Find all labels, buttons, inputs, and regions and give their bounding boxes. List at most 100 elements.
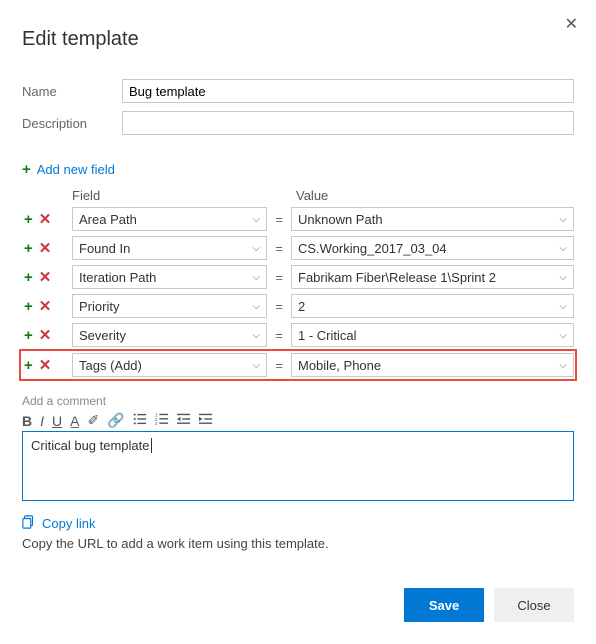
comment-input[interactable]: Critical bug template	[22, 431, 574, 501]
delete-icon[interactable]: ✕	[39, 268, 52, 286]
chevron-down-icon: ⌵	[559, 243, 567, 254]
name-row: Name	[22, 79, 574, 103]
field-select-value: Area Path	[79, 212, 137, 227]
field-select-value: Priority	[79, 299, 119, 314]
value-select-value: 1 - Critical	[298, 328, 357, 343]
grid-header: Field Value	[22, 188, 574, 203]
field-row: +✕Area Path⌵=Unknown Path⌵	[22, 207, 574, 231]
outdent-icon[interactable]	[177, 412, 191, 429]
field-row: +✕Found In⌵=CS.Working_2017_03_04⌵	[22, 236, 574, 260]
chevron-down-icon: ⌵	[252, 243, 260, 254]
delete-icon[interactable]: ✕	[39, 239, 52, 257]
chevron-down-icon: ⌵	[559, 330, 567, 341]
value-select-value: Mobile, Phone	[298, 358, 381, 373]
plus-icon[interactable]: +	[24, 240, 33, 257]
value-select-value: CS.Working_2017_03_04	[298, 241, 447, 256]
chevron-down-icon: ⌵	[252, 360, 260, 371]
value-select-value: Unknown Path	[298, 212, 383, 227]
plus-icon[interactable]: +	[24, 298, 33, 315]
field-select[interactable]: Iteration Path ⌵	[72, 265, 267, 289]
equals-label: =	[267, 212, 291, 227]
value-select[interactable]: 1 - Critical ⌵	[291, 323, 574, 347]
underline-icon[interactable]: U	[52, 413, 62, 429]
value-select[interactable]: 2⌵	[291, 294, 574, 318]
header-field: Field	[72, 188, 272, 203]
equals-label: =	[267, 241, 291, 256]
description-label: Description	[22, 116, 122, 131]
close-button[interactable]: Close	[494, 588, 574, 622]
value-select-value: 2	[298, 299, 305, 314]
field-select[interactable]: Area Path ⌵	[72, 207, 267, 231]
row-actions: +✕	[22, 297, 72, 315]
name-label: Name	[22, 84, 122, 99]
row-actions: +✕	[22, 356, 72, 374]
svg-text:3: 3	[155, 421, 158, 426]
field-select-value: Severity	[79, 328, 126, 343]
chevron-down-icon: ⌵	[559, 360, 567, 371]
field-select[interactable]: Severity ⌵	[72, 323, 267, 347]
chevron-down-icon: ⌵	[252, 272, 260, 283]
row-actions: +✕	[22, 268, 72, 286]
field-row: +✕Severity⌵=1 - Critical⌵	[22, 323, 574, 347]
delete-icon[interactable]: ✕	[39, 297, 52, 315]
italic-icon[interactable]: I	[40, 413, 44, 429]
copy-link[interactable]: Copy link	[22, 515, 95, 532]
delete-icon[interactable]: ✕	[39, 356, 52, 374]
row-actions: +✕	[22, 326, 72, 344]
field-rows: +✕Area Path⌵=Unknown Path⌵+✕Found In⌵=CS…	[22, 207, 574, 378]
close-icon[interactable]: ✕	[565, 14, 578, 34]
field-select-value: Iteration Path	[79, 270, 156, 285]
delete-icon[interactable]: ✕	[39, 210, 52, 228]
bullet-list-icon[interactable]	[133, 412, 147, 429]
field-row: +✕Tags (Add)⌵=Mobile, Phone⌵	[22, 352, 574, 378]
comment-label: Add a comment	[22, 394, 574, 408]
numbered-list-icon[interactable]: 123	[155, 412, 169, 429]
field-select[interactable]: Found In ⌵	[72, 236, 267, 260]
add-new-field-label: Add new field	[37, 162, 115, 177]
rich-text-toolbar: B I U A̲ ✐ 🔗 123	[22, 412, 574, 429]
chevron-down-icon: ⌵	[559, 214, 567, 225]
indent-icon[interactable]	[199, 412, 213, 429]
plus-icon[interactable]: +	[24, 211, 33, 228]
plus-icon: +	[22, 161, 31, 178]
equals-label: =	[267, 299, 291, 314]
field-select[interactable]: Tags (Add)⌵	[72, 353, 267, 377]
chevron-down-icon: ⌵	[559, 272, 567, 283]
field-select[interactable]: Priority ⌵	[72, 294, 267, 318]
font-color-icon[interactable]: A̲	[70, 413, 79, 429]
value-select-value: Fabrikam Fiber\Release 1\Sprint 2	[298, 270, 496, 285]
text-caret	[151, 438, 152, 453]
chevron-down-icon: ⌵	[252, 330, 260, 341]
dialog-footer: Save Close	[404, 588, 574, 622]
plus-icon[interactable]: +	[24, 327, 33, 344]
field-row: +✕Iteration Path⌵=Fabrikam Fiber\Release…	[22, 265, 574, 289]
add-new-field-link[interactable]: + Add new field	[22, 161, 115, 178]
copy-icon	[22, 515, 36, 532]
value-select[interactable]: Mobile, Phone ⌵	[291, 353, 574, 377]
plus-icon[interactable]: +	[24, 357, 33, 374]
equals-label: =	[267, 328, 291, 343]
copy-link-label: Copy link	[42, 516, 95, 531]
save-button[interactable]: Save	[404, 588, 484, 622]
value-select[interactable]: CS.Working_2017_03_04 ⌵	[291, 236, 574, 260]
description-row: Description	[22, 111, 574, 135]
value-select[interactable]: Unknown Path ⌵	[291, 207, 574, 231]
chevron-down-icon: ⌵	[559, 301, 567, 312]
comment-text: Critical bug template	[31, 438, 150, 453]
copy-hint: Copy the URL to add a work item using th…	[22, 536, 574, 551]
chevron-down-icon: ⌵	[252, 214, 260, 225]
chevron-down-icon: ⌵	[252, 301, 260, 312]
field-row: +✕Priority⌵=2⌵	[22, 294, 574, 318]
plus-icon[interactable]: +	[24, 269, 33, 286]
bold-icon[interactable]: B	[22, 413, 32, 429]
row-actions: +✕	[22, 210, 72, 228]
field-select-value: Found In	[79, 241, 130, 256]
header-value: Value	[296, 188, 574, 203]
description-input[interactable]	[122, 111, 574, 135]
delete-icon[interactable]: ✕	[39, 326, 52, 344]
value-select[interactable]: Fabrikam Fiber\Release 1\Sprint 2 ⌵	[291, 265, 574, 289]
name-input[interactable]	[122, 79, 574, 103]
link-icon[interactable]: 🔗	[107, 412, 124, 429]
clear-format-icon[interactable]: ✐	[87, 412, 99, 429]
row-actions: +✕	[22, 239, 72, 257]
